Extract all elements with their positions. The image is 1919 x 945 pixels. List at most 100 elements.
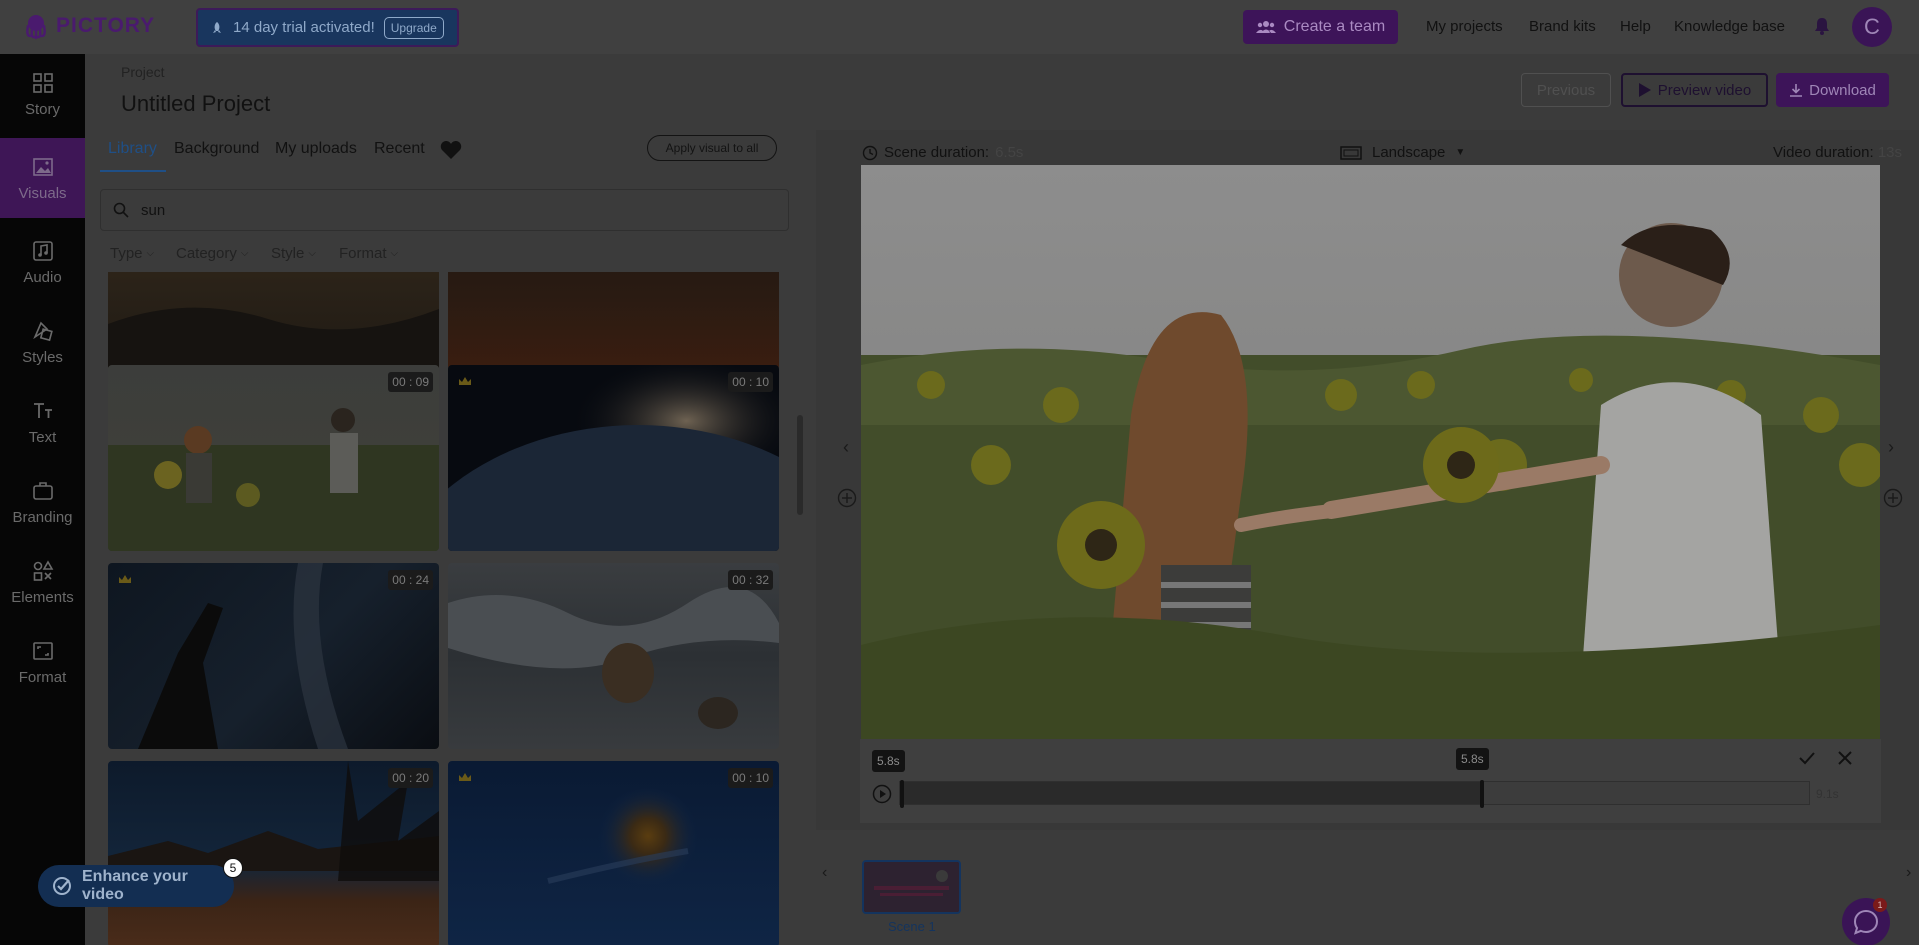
- add-scene-after-icon[interactable]: [1883, 488, 1903, 508]
- visual-thumbnail[interactable]: [108, 272, 439, 370]
- sidebar-item-label: Story: [24, 100, 60, 118]
- visual-thumbnail[interactable]: 00 : 20: [108, 761, 439, 945]
- trim-selected-range: [900, 782, 1482, 804]
- confirm-check-icon[interactable]: [1798, 749, 1816, 767]
- visual-thumbnail[interactable]: 00 : 10: [448, 761, 779, 945]
- library-scrollbar[interactable]: [797, 415, 803, 515]
- video-preview[interactable]: [861, 165, 1880, 739]
- music-icon: [32, 240, 53, 261]
- sidebar-item-story[interactable]: Story: [0, 54, 85, 134]
- previous-button[interactable]: Previous: [1521, 73, 1611, 107]
- scene-duration-label: Scene duration:: [884, 144, 990, 161]
- sidebar-item-audio[interactable]: Audio: [0, 222, 85, 302]
- filter-label: Type: [110, 245, 143, 262]
- chevron-down-icon: ⌵: [146, 248, 155, 259]
- scroll-scenes-left-icon[interactable]: ‹: [822, 864, 827, 882]
- next-scene-arrow-icon[interactable]: ›: [1888, 437, 1894, 458]
- octopus-logo-icon: [26, 15, 46, 40]
- chevron-down-icon: ⌵: [240, 248, 249, 259]
- orientation-select[interactable]: Landscape ▼: [1340, 144, 1465, 161]
- trim-end-label: 9.1s: [1816, 787, 1839, 801]
- visual-thumbnail[interactable]: 00 : 09: [108, 365, 439, 551]
- filter-style[interactable]: Style ⌵: [271, 245, 316, 262]
- user-avatar[interactable]: C: [1852, 7, 1892, 47]
- blue-sun-image: [547, 786, 698, 886]
- enhance-label: Enhance your video: [82, 868, 188, 903]
- elements-icon: [33, 559, 53, 581]
- prev-scene-arrow-icon[interactable]: ‹: [843, 437, 849, 458]
- sidebar-item-label: Format: [18, 668, 67, 686]
- tab-my-uploads[interactable]: My uploads: [275, 140, 357, 158]
- trim-track[interactable]: [899, 780, 1810, 808]
- trim-end-handle[interactable]: [1479, 780, 1484, 808]
- format-icon: [32, 641, 53, 660]
- visual-thumbnail[interactable]: 00 : 10: [448, 365, 779, 551]
- nav-knowledge-base[interactable]: Knowledge base: [1674, 18, 1785, 35]
- sidebar-item-format[interactable]: Format: [0, 622, 85, 702]
- chat-notification-badge: 1: [1873, 898, 1887, 912]
- sidebar-item-visuals[interactable]: Visuals: [0, 138, 85, 218]
- search-value: sun: [141, 201, 166, 219]
- create-team-button[interactable]: Create a team: [1243, 10, 1398, 44]
- enhance-count-badge: 5: [223, 858, 243, 878]
- logo[interactable]: PICTORY: [22, 12, 155, 40]
- add-scene-before-icon[interactable]: [837, 488, 857, 508]
- create-team-label: Create a team: [1283, 18, 1386, 35]
- video-duration: Video duration: 13s: [1773, 144, 1902, 161]
- filter-format[interactable]: Format ⌵: [339, 245, 398, 262]
- enhance-video-button[interactable]: Enhance your video: [38, 865, 234, 907]
- rocket-icon: [213, 21, 221, 33]
- nav-brand-kits[interactable]: Brand kits: [1529, 18, 1596, 35]
- visual-thumbnail[interactable]: [448, 272, 779, 370]
- tab-background[interactable]: Background: [174, 140, 259, 158]
- premium-crown-icon: [458, 373, 472, 385]
- download-button[interactable]: Download: [1776, 73, 1889, 107]
- scene-duration-value: 6.5s: [995, 144, 1024, 161]
- apply-visual-to-all-button[interactable]: Apply visual to all: [647, 135, 777, 161]
- scene-thumbnail[interactable]: [862, 860, 961, 914]
- check-badge-icon: [53, 877, 71, 895]
- video-duration-label: Video duration:: [1773, 144, 1874, 161]
- nav-my-projects[interactable]: My projects: [1426, 18, 1503, 35]
- trim-start-handle[interactable]: [900, 780, 904, 808]
- sidebar-item-styles[interactable]: Styles: [0, 302, 85, 382]
- tab-recent[interactable]: Recent: [374, 140, 425, 158]
- play-circle-icon[interactable]: [872, 784, 892, 804]
- brand-name: PICTORY: [56, 14, 156, 37]
- team-icon: [1255, 21, 1276, 33]
- bell-icon[interactable]: [1814, 17, 1830, 35]
- caret-down-icon: ▼: [1455, 147, 1466, 158]
- upgrade-button[interactable]: Upgrade: [383, 16, 444, 39]
- landscape-icon: [1340, 145, 1362, 160]
- duration-badge: 00 : 10: [728, 768, 773, 788]
- premium-crown-icon: [118, 571, 132, 583]
- nav-help[interactable]: Help: [1620, 18, 1651, 35]
- ocean-waves-image: [448, 587, 779, 729]
- filter-type[interactable]: Type ⌵: [110, 245, 154, 262]
- visual-thumbnail[interactable]: 00 : 24: [108, 563, 439, 749]
- duration-badge: 00 : 32: [728, 570, 773, 590]
- sunflower-field-image: [861, 165, 1880, 739]
- sidebar-item-label: Styles: [22, 348, 63, 366]
- preview-video-button[interactable]: Preview video: [1621, 73, 1768, 107]
- favorites-heart-icon[interactable]: [440, 140, 462, 160]
- filter-label: Category: [176, 245, 237, 262]
- previous-label: Previous: [1536, 81, 1596, 99]
- filter-category[interactable]: Category ⌵: [176, 245, 248, 262]
- chevron-down-icon: ⌵: [308, 248, 316, 259]
- trim-panel: 5.8s 5.8s 9.1s: [860, 739, 1881, 823]
- project-title[interactable]: Untitled Project: [121, 91, 270, 117]
- sidebar-item-text[interactable]: Text: [0, 382, 85, 462]
- scene-label: Scene 1: [888, 919, 936, 934]
- visual-thumbnail[interactable]: 00 : 32: [448, 563, 779, 749]
- sidebar-item-branding[interactable]: Branding: [0, 462, 85, 542]
- sunset-hills-image: [108, 307, 439, 370]
- sidebar-item-elements[interactable]: Elements: [0, 542, 85, 622]
- close-icon[interactable]: [1836, 749, 1854, 767]
- scroll-scenes-right-icon[interactable]: ›: [1906, 864, 1911, 882]
- search-input[interactable]: sun: [100, 189, 789, 231]
- text-icon: [33, 402, 52, 418]
- tab-library[interactable]: Library: [108, 140, 157, 158]
- download-label: Download: [1809, 81, 1876, 99]
- preview-label: Preview video: [1657, 81, 1752, 99]
